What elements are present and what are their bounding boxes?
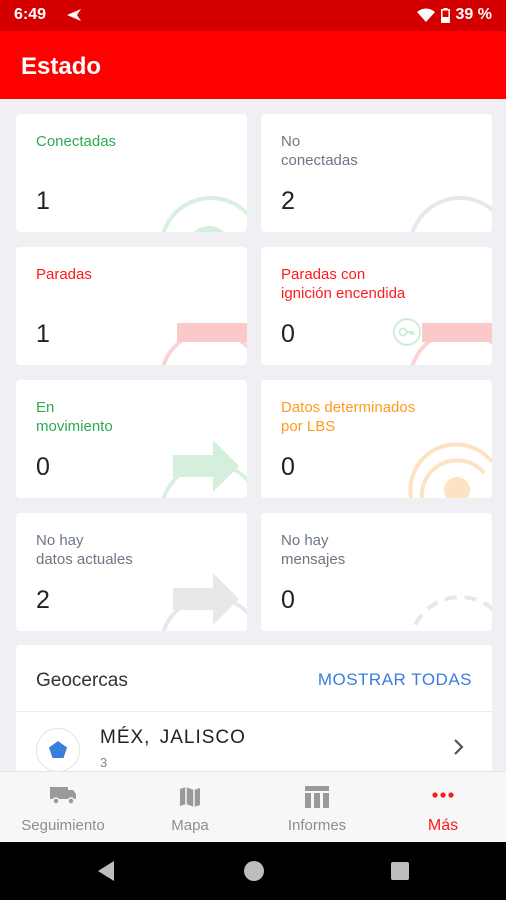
system-nav-bar bbox=[0, 842, 506, 900]
card-stopped-ignition[interactable]: Paradas con ignición encendida 0 bbox=[261, 247, 492, 365]
geofences-title: Geocercas bbox=[36, 670, 128, 691]
chevron-right-icon bbox=[454, 739, 464, 755]
nav-label: Más bbox=[427, 817, 459, 834]
card-label: Conectadas bbox=[36, 133, 117, 150]
no-messages-dashed-circle-icon bbox=[410, 595, 492, 631]
nav-label: Seguimiento bbox=[21, 817, 105, 834]
map-icon bbox=[180, 787, 200, 807]
nav-label: Mapa bbox=[171, 817, 209, 834]
pentagon-icon bbox=[49, 741, 67, 758]
card-count: 1 bbox=[36, 187, 50, 215]
app-bar: Estado bbox=[0, 31, 506, 99]
card-moving[interactable]: En movimiento 0 bbox=[16, 380, 247, 498]
card-connected[interactable]: Conectadas 1 bbox=[16, 114, 247, 232]
show-all-geofences-link[interactable]: MOSTRAR TODAS bbox=[318, 670, 472, 690]
card-count: 0 bbox=[36, 453, 50, 481]
back-icon[interactable] bbox=[96, 860, 116, 882]
card-count: 2 bbox=[36, 586, 50, 614]
moving-arrow-icon bbox=[161, 440, 247, 498]
more-dots-icon bbox=[432, 792, 454, 798]
disconnected-circle-icon bbox=[410, 196, 492, 232]
geofences-card: Geocercas MOSTRAR TODAS MÉX, JALISCO 3 bbox=[16, 645, 492, 785]
card-count: 0 bbox=[281, 320, 295, 348]
card-count: 0 bbox=[281, 453, 295, 481]
card-stopped[interactable]: Paradas 1 bbox=[16, 247, 247, 365]
recents-icon[interactable] bbox=[390, 861, 410, 881]
card-count: 2 bbox=[281, 187, 295, 215]
card-lbs[interactable]: Datos determinados por LBS 0 bbox=[261, 380, 492, 498]
nav-tracking[interactable]: Seguimiento bbox=[0, 772, 126, 843]
card-not-connected[interactable]: No conectadas 2 bbox=[261, 114, 492, 232]
bottom-nav: Seguimiento Mapa Informes Más bbox=[0, 771, 506, 842]
lbs-signal-icon bbox=[408, 442, 492, 498]
battery-level: 39 % bbox=[455, 6, 492, 23]
card-no-current-data[interactable]: No hay datos actuales 2 bbox=[16, 513, 247, 631]
card-count: 1 bbox=[36, 320, 50, 348]
card-label: Paradas bbox=[36, 266, 92, 283]
status-time: 6:49 bbox=[14, 6, 47, 23]
connected-circle-icon bbox=[161, 196, 247, 232]
card-count: 0 bbox=[281, 586, 295, 614]
status-bar: 6:49 39 % bbox=[0, 0, 506, 31]
geofence-icon-wrapper bbox=[36, 728, 80, 772]
truck-icon bbox=[50, 787, 76, 805]
geofence-count: 3 bbox=[100, 755, 108, 770]
reports-icon bbox=[305, 786, 329, 808]
wifi-icon bbox=[416, 8, 435, 22]
geofence-name: MÉX, JALISCO bbox=[100, 727, 246, 748]
nav-map[interactable]: Mapa bbox=[127, 772, 253, 843]
card-no-messages[interactable]: No hay mensajes 0 bbox=[261, 513, 492, 631]
page-title: Estado bbox=[21, 53, 102, 80]
nav-more[interactable]: Más bbox=[380, 772, 506, 843]
stop-sign-icon bbox=[161, 323, 247, 365]
status-right: 39 % bbox=[416, 6, 492, 24]
nav-label: Informes bbox=[287, 817, 347, 834]
nav-reports[interactable]: Informes bbox=[254, 772, 380, 843]
no-data-arrow-icon bbox=[161, 573, 247, 631]
send-icon bbox=[67, 9, 81, 21]
ignition-key-icon bbox=[393, 318, 492, 365]
home-icon[interactable] bbox=[242, 859, 266, 883]
battery-icon bbox=[440, 7, 450, 23]
